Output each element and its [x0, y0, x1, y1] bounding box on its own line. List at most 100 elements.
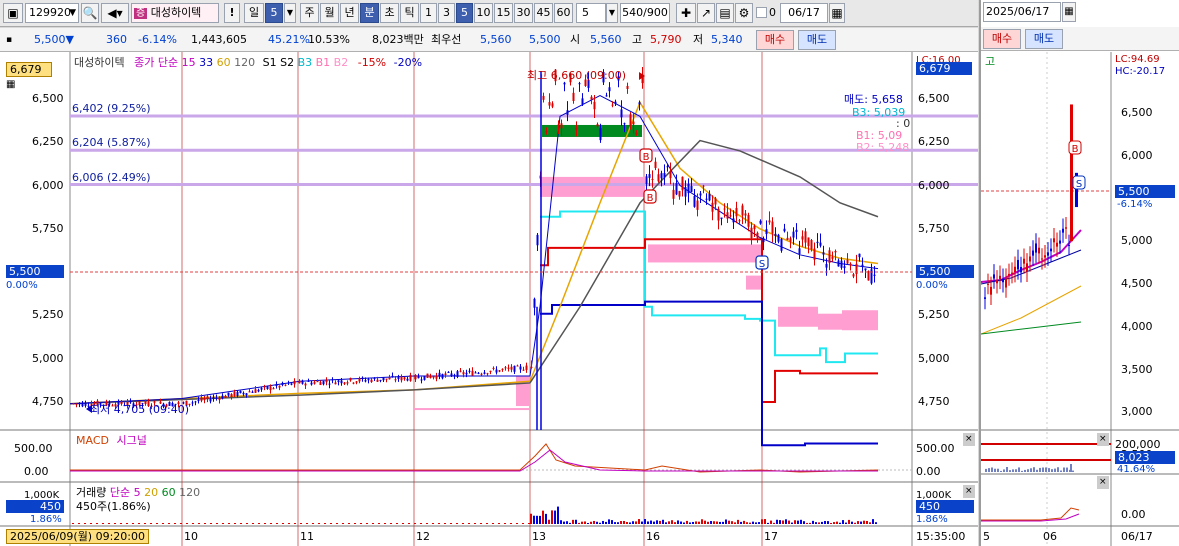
- alert-button[interactable]: !: [224, 3, 240, 23]
- candle-body: [483, 372, 486, 374]
- volume-bar: [818, 522, 820, 524]
- period-minute-button[interactable]: 분: [360, 3, 379, 23]
- volume-bar: [336, 523, 338, 524]
- macd-close-icon[interactable]: ×: [963, 433, 975, 446]
- buy-button[interactable]: 매수: [756, 30, 794, 50]
- candle-body: [861, 264, 864, 267]
- candle-body: [257, 389, 260, 392]
- interval-3-button[interactable]: 3: [438, 3, 455, 23]
- volume-bar: [605, 521, 607, 524]
- chevron-down-icon[interactable]: ▼: [606, 3, 618, 23]
- candle-body: [536, 234, 539, 246]
- daily-volume-bar: [1042, 467, 1044, 472]
- bid-price: 5,500: [529, 33, 561, 46]
- volume-bar: [84, 523, 86, 524]
- save-icon[interactable]: ▤: [716, 3, 734, 23]
- menu-icon[interactable]: ▣: [3, 3, 23, 23]
- volume-bar: [372, 523, 374, 524]
- right-close-icon-1[interactable]: ×: [1097, 433, 1109, 446]
- candle-body: [495, 369, 498, 373]
- interval-15-button[interactable]: 15: [494, 3, 513, 23]
- volume-bar: [746, 522, 748, 524]
- sell-button[interactable]: 매도: [798, 30, 836, 50]
- count-field[interactable]: 540/900: [620, 3, 670, 23]
- daily-candle-body: [1005, 278, 1007, 288]
- volume-close-icon[interactable]: ×: [963, 485, 975, 498]
- current-price-tag-left: 5,500: [6, 265, 64, 278]
- interval-select[interactable]: 5: [576, 3, 606, 23]
- daily-candle-body: [996, 280, 998, 284]
- volume-bar: [734, 522, 736, 524]
- candle-body: [233, 391, 236, 396]
- chevron-down-icon[interactable]: ▼: [284, 3, 296, 23]
- interval-45-button[interactable]: 45: [534, 3, 553, 23]
- calendar-icon[interactable]: ▦: [1062, 2, 1076, 22]
- right-sell-button[interactable]: 매도: [1025, 29, 1063, 49]
- interval-10-button[interactable]: 10: [474, 3, 493, 23]
- candle-body: [447, 371, 450, 373]
- candle-body: [438, 372, 441, 377]
- interval-1-button[interactable]: 1: [420, 3, 437, 23]
- period-day-count[interactable]: 5: [265, 3, 283, 23]
- legend-b3: B3: [297, 56, 313, 69]
- right-close-icon-2[interactable]: ×: [1097, 476, 1109, 489]
- period-year-button[interactable]: 년: [340, 3, 359, 23]
- macd-line: [70, 443, 879, 473]
- right-buy-button[interactable]: 매수: [983, 29, 1021, 49]
- stock-code-input[interactable]: 129920 ▼: [25, 3, 79, 23]
- candle-body: [304, 383, 307, 386]
- draw-tool-icon[interactable]: ↗: [697, 3, 715, 23]
- grid-icon[interactable]: ▦: [6, 78, 15, 91]
- date-checkbox[interactable]: [756, 7, 767, 18]
- date-input[interactable]: 06/17: [780, 3, 828, 23]
- legend-ma60: 60: [216, 56, 231, 69]
- price-tick-right: 6,000: [918, 178, 950, 192]
- period-second-button[interactable]: 초: [380, 3, 399, 23]
- volume-bar: [821, 521, 823, 524]
- gear-icon[interactable]: ⚙: [735, 3, 753, 23]
- volume-bar: [174, 523, 176, 524]
- volume-bar: [635, 521, 637, 524]
- stock-name-field[interactable]: 증 대성하이텍: [131, 3, 219, 23]
- candlestick-chart[interactable]: B B S: [0, 52, 978, 546]
- candle-body: [551, 103, 554, 107]
- right-date-input[interactable]: 2025/06/17: [983, 2, 1061, 22]
- chart-area[interactable]: B B S 대성하이텍 종가 단순 15 33 60 120 S1 S2 B3 B1…: [0, 52, 978, 546]
- candle-body: [864, 268, 867, 271]
- period-month-button[interactable]: 월: [320, 3, 339, 23]
- candle-body: [462, 372, 465, 375]
- chevron-down-icon[interactable]: ▼: [69, 4, 76, 22]
- candle-body: [498, 370, 501, 372]
- candle-body: [307, 380, 310, 382]
- candle-body: [720, 217, 723, 219]
- candle-body: [672, 189, 675, 199]
- daily-macd-line: [981, 507, 1080, 521]
- volume-bar: [342, 523, 344, 524]
- sound-icon[interactable]: ◀▾: [101, 3, 129, 23]
- calendar-icon[interactable]: ▦: [829, 3, 845, 23]
- crosshair-icon[interactable]: ✚: [676, 3, 696, 23]
- search-icon[interactable]: 🔍: [81, 3, 99, 23]
- period-day-button[interactable]: 일: [244, 3, 264, 23]
- volume-bar: [755, 522, 757, 524]
- price-tick-left: 5,000: [32, 351, 64, 365]
- candle-body: [251, 391, 254, 393]
- interval-5-button[interactable]: 5: [456, 3, 473, 23]
- daily-volume-bar: [1030, 468, 1032, 472]
- interval-30-button[interactable]: 30: [514, 3, 533, 23]
- daily-candle-body: [1053, 238, 1055, 243]
- candle-body: [687, 183, 690, 194]
- candle-body: [221, 395, 224, 399]
- period-tick-button[interactable]: 틱: [400, 3, 419, 23]
- candle-body: [272, 388, 275, 390]
- candle-body: [406, 378, 409, 381]
- candle-body: [426, 373, 429, 378]
- daily-volume-bar: [1060, 470, 1062, 472]
- volume-bar: [671, 520, 673, 524]
- interval-60-button[interactable]: 60: [554, 3, 573, 23]
- daily-chart-panel[interactable]: 2025/06/17 ▦ 매수 매도 BS 고 LC:94.69 HC:-20.…: [979, 0, 1179, 546]
- candle-body: [444, 373, 447, 375]
- period-week-button[interactable]: 주: [300, 3, 319, 23]
- daily-volume-bar: [1051, 469, 1053, 472]
- volume-bar: [872, 519, 874, 524]
